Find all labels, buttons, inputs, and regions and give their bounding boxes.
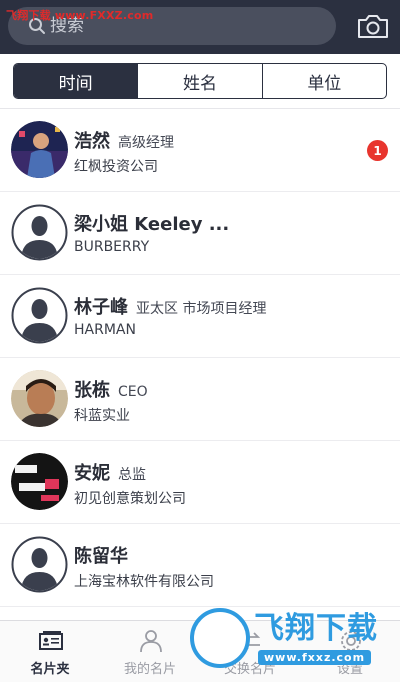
avatar-photo <box>11 370 68 427</box>
contact-name-line: 林子峰 亚太区 市场项目经理 <box>74 293 266 319</box>
watermark-text: 飞翔下载 www.FXXZ.com <box>6 9 154 22</box>
contact-row[interactable]: 安妮 总监 初见创意策划公司 <box>0 441 400 524</box>
contact-company: 红枫投资公司 <box>74 159 158 175</box>
sort-segmented-control: 时间 姓名 单位 <box>13 63 387 99</box>
contact-name-line: 陈留华 <box>74 542 128 568</box>
contact-name: 梁小姐 Keeley ... <box>74 214 230 235</box>
avatar-photo <box>11 121 68 178</box>
contact-name: 陈留华 <box>74 546 128 567</box>
avatar-photo <box>11 453 68 510</box>
contact-name-line: 浩然 高级经理 <box>74 127 174 153</box>
nav-label: 名片夹 <box>30 662 70 677</box>
contact-company: 科蓝实业 <box>74 408 130 424</box>
watermark-emblem <box>190 608 250 668</box>
contact-name: 张栋 <box>74 380 110 401</box>
avatar-placeholder-icon <box>11 287 68 344</box>
contact-company: 初见创意策划公司 <box>74 491 186 507</box>
contact-company: BURBERRY <box>74 239 150 255</box>
watermark-logo: 飞翔下载 www.fxxz.com <box>188 606 396 682</box>
top-bar: 搜索 飞翔下载 www.FXXZ.com <box>0 0 400 54</box>
contact-title: 高级经理 <box>118 135 174 151</box>
unread-badge: 1 <box>367 140 388 161</box>
contact-title: 亚太区 市场项目经理 <box>136 301 267 317</box>
contact-title: 总监 <box>118 467 146 483</box>
contact-name-line: 安妮 总监 <box>74 459 146 485</box>
avatar-placeholder-icon <box>11 536 68 593</box>
camera-icon[interactable] <box>356 12 390 40</box>
nav-label: 我的名片 <box>123 662 176 677</box>
avatar-placeholder-icon <box>11 204 68 261</box>
watermark-logo-url: www.fxxz.com <box>258 650 372 665</box>
contact-title: CEO <box>118 384 148 400</box>
contact-row[interactable]: 张栋 CEO 科蓝实业 <box>0 358 400 441</box>
contact-name: 林子峰 <box>74 297 128 318</box>
contact-company: HARMAN <box>74 322 136 338</box>
contact-row[interactable]: 梁小姐 Keeley ... BURBERRY <box>0 192 400 275</box>
person-icon <box>140 630 162 653</box>
contact-name: 安妮 <box>74 463 110 484</box>
nav-card-holder[interactable]: 名片夹 <box>2 621 98 682</box>
contact-name: 浩然 <box>74 131 110 152</box>
contact-list: 浩然 高级经理 红枫投资公司 1 梁小姐 Keeley ... BURBERRY <box>0 109 400 607</box>
card-holder-icon <box>39 631 63 650</box>
nav-my-card[interactable]: 我的名片 <box>102 621 198 682</box>
tab-name[interactable]: 姓名 <box>137 64 261 98</box>
contact-company: 上海宝林软件有限公司 <box>74 574 214 590</box>
watermark-logo-text: 飞翔下载 <box>254 611 378 646</box>
contact-name-line: 梁小姐 Keeley ... <box>74 210 229 236</box>
contact-row[interactable]: 林子峰 亚太区 市场项目经理 HARMAN <box>0 275 400 358</box>
contact-name-line: 张栋 CEO <box>74 376 148 402</box>
contact-row[interactable]: 浩然 高级经理 红枫投资公司 1 <box>0 109 400 192</box>
tab-time[interactable]: 时间 <box>14 64 138 98</box>
contact-row[interactable]: 陈留华 上海宝林软件有限公司 <box>0 524 400 607</box>
tab-company[interactable]: 单位 <box>261 64 386 98</box>
